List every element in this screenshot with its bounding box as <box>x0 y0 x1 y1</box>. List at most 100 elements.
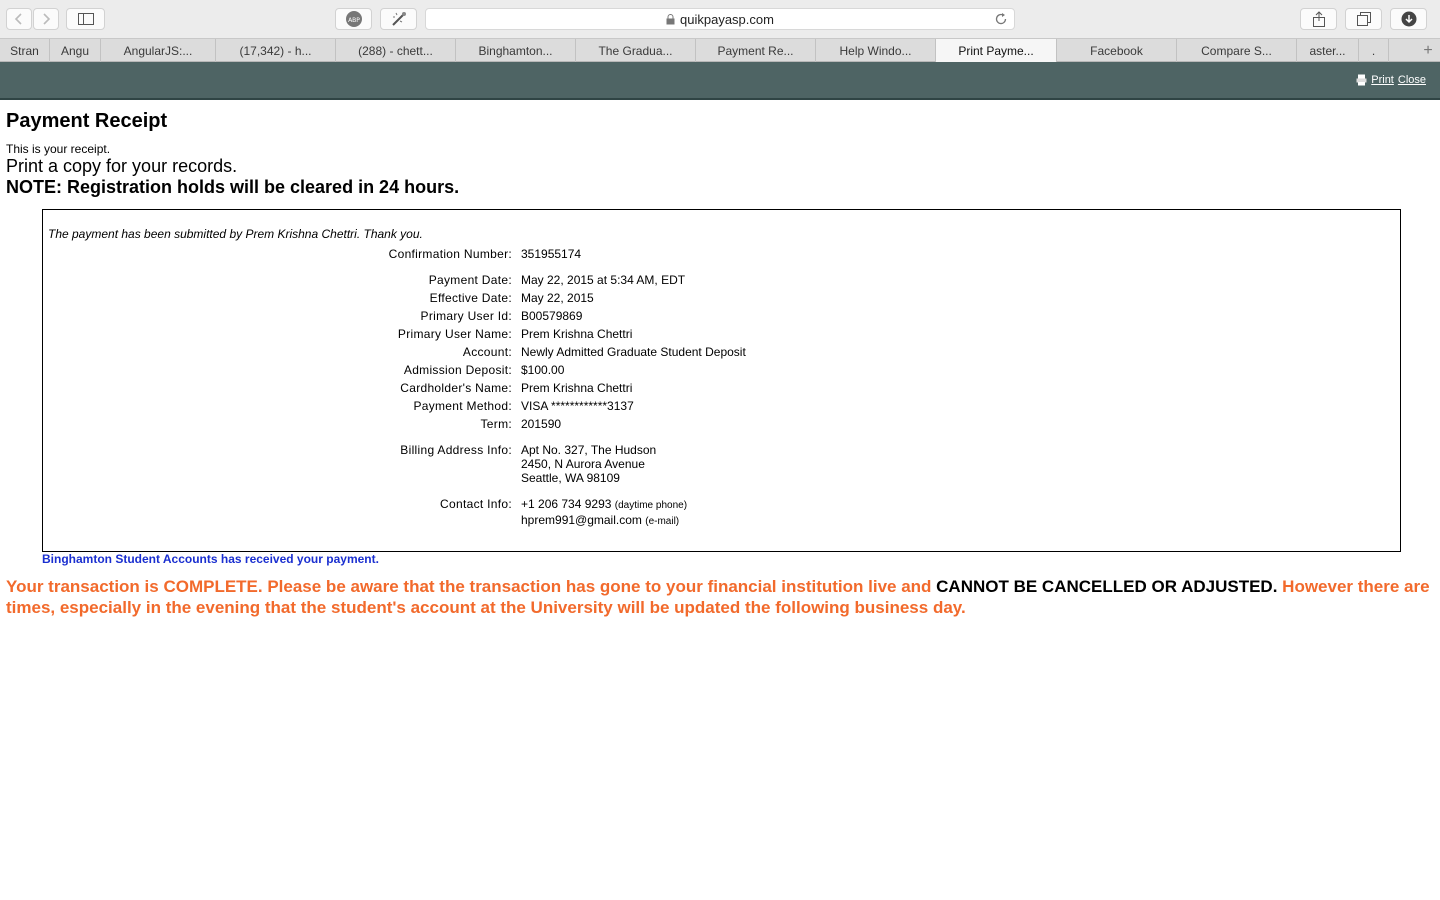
contact-phone: +1 206 734 9293 <box>521 497 612 511</box>
user-id-value: B00579869 <box>521 309 583 323</box>
new-tab-button[interactable]: + <box>1416 39 1440 62</box>
account-label: Account: <box>462 345 512 359</box>
wand-icon <box>391 12 406 26</box>
forward-button[interactable] <box>33 8 59 30</box>
share-button[interactable] <box>1300 8 1337 30</box>
receipt-intro: This is your receipt. <box>6 142 111 156</box>
print-header-bar: Print Close <box>0 62 1440 100</box>
confirmation-value: 351955174 <box>521 247 582 261</box>
tab[interactable]: (288) - chett... <box>336 39 456 62</box>
billing-label: Billing Address Info: <box>400 443 512 457</box>
receipt-header: Payment Receipt This is your receipt. Pr… <box>6 108 1434 198</box>
adblock-icon: ABP <box>345 11 362 27</box>
tab[interactable]: Payment Re... <box>696 39 816 62</box>
tab-active[interactable]: Print Payme... <box>936 39 1057 62</box>
tab-label: The Gradua... <box>598 43 673 58</box>
tab[interactable]: AngularJS:... <box>101 39 216 62</box>
print-links: Print Close <box>1356 74 1426 86</box>
tab-bar: Stran Angu AngularJS:... (17,342) - h...… <box>0 38 1440 62</box>
tab[interactable]: The Gradua... <box>576 39 696 62</box>
tab-label: Stran <box>10 43 39 58</box>
tabs-overview-button[interactable] <box>1345 8 1382 30</box>
reload-icon[interactable] <box>994 12 1008 26</box>
url-text: quikpayasp.com <box>680 11 774 27</box>
address-bar[interactable]: quikpayasp.com <box>425 8 1015 30</box>
tab[interactable]: (17,342) - h... <box>216 39 336 62</box>
print-link[interactable]: Print <box>1371 74 1394 86</box>
tab-label: (288) - chett... <box>358 43 433 58</box>
close-link[interactable]: Close <box>1398 74 1426 86</box>
tab-label: Help Windo... <box>839 43 912 58</box>
tab-label: aster... <box>1309 43 1346 58</box>
deposit-value: $100.00 <box>521 363 565 377</box>
tab-label: AngularJS:... <box>123 43 193 58</box>
contact-phone-note: (daytime phone) <box>614 500 688 511</box>
deposit-label: Admission Deposit: <box>403 363 512 377</box>
tab[interactable]: aster... <box>1297 39 1359 62</box>
sidebar-icon <box>77 13 94 25</box>
tabs-icon <box>1356 12 1371 26</box>
tab[interactable]: Angu <box>50 39 101 62</box>
payment-method-value: VISA ************3137 <box>521 399 634 413</box>
effective-date-label: Effective Date: <box>429 291 512 305</box>
tab-label: Facebook <box>1090 43 1143 58</box>
submitted-message: The payment has been submitted by Prem K… <box>48 227 423 241</box>
tab[interactable]: Compare S... <box>1177 39 1297 62</box>
browser-toolbar: ABP quikpayasp.com <box>0 0 1440 38</box>
payment-date-label: Payment Date: <box>428 273 512 287</box>
tab[interactable]: . <box>1359 39 1389 62</box>
cardholder-label: Cardholder's Name: <box>400 381 512 395</box>
back-button[interactable] <box>6 8 32 30</box>
tab[interactable]: Facebook <box>1057 39 1177 62</box>
svg-text:ABP: ABP <box>348 17 360 24</box>
tab-label: (17,342) - h... <box>239 43 312 58</box>
confirmation-label: Confirmation Number: <box>388 247 512 261</box>
share-icon <box>1312 11 1325 27</box>
term-value: 201590 <box>521 417 562 431</box>
contact-label: Contact Info: <box>440 497 512 511</box>
page-title: Payment Receipt <box>6 110 168 132</box>
adblock-button[interactable]: ABP <box>335 8 372 30</box>
tab-label: Binghamton... <box>478 43 553 58</box>
term-label: Term: <box>480 417 512 431</box>
contact-email-note: (e-mail) <box>645 516 680 527</box>
tab-label: Angu <box>60 43 90 58</box>
chevron-right-icon <box>43 13 51 25</box>
payment-date-value: May 22, 2015 at 5:34 AM, EDT <box>521 273 686 287</box>
transaction-warning: Your transaction is COMPLETE. Please be … <box>6 576 1438 618</box>
plus-icon: + <box>1423 41 1433 59</box>
user-id-label: Primary User Id: <box>420 309 512 323</box>
printer-icon[interactable] <box>1356 74 1367 86</box>
receipt-box: The payment has been submitted by Prem K… <box>42 209 1401 552</box>
payment-method-label: Payment Method: <box>413 399 512 413</box>
user-name-value: Prem Krishna Chettri <box>521 327 633 341</box>
chevron-left-icon <box>14 13 22 25</box>
billing-line-2: 2450, N Aurora Avenue <box>521 457 645 471</box>
tab[interactable]: Binghamton... <box>456 39 576 62</box>
tab-label: Compare S... <box>1201 43 1272 58</box>
billing-line-1: Apt No. 327, The Hudson <box>521 443 657 457</box>
downloads-button[interactable] <box>1390 8 1427 30</box>
cardholder-value: Prem Krishna Chettri <box>521 381 633 395</box>
received-message: Binghamton Student Accounts has received… <box>42 552 379 566</box>
tab-label: Payment Re... <box>717 43 794 58</box>
download-icon <box>1401 11 1416 27</box>
sidebar-button[interactable] <box>66 8 105 30</box>
extension-button[interactable] <box>380 8 417 30</box>
billing-value: Apt No. 327, The Hudson 2450, N Aurora A… <box>521 443 656 485</box>
registration-note: NOTE: Registration holds will be cleared… <box>6 177 460 197</box>
effective-date-value: May 22, 2015 <box>521 291 594 305</box>
account-value: Newly Admitted Graduate Student Deposit <box>521 345 746 359</box>
contact-value: +1 206 734 9293 (daytime phone) hprem991… <box>521 497 687 529</box>
user-name-label: Primary User Name: <box>397 327 512 341</box>
tab-label: Print Payme... <box>958 43 1034 58</box>
lock-icon <box>666 13 675 24</box>
tab[interactable]: Help Windo... <box>816 39 936 62</box>
contact-email: hprem991@gmail.com <box>521 513 642 527</box>
print-copy-text: Print a copy for your records. <box>6 156 238 176</box>
warning-part-2: CANNOT BE CANCELLED OR ADJUSTED. <box>936 577 1278 596</box>
billing-line-3: Seattle, WA 98109 <box>521 471 620 485</box>
warning-part-1: Your transaction is COMPLETE. Please be … <box>6 577 932 596</box>
tab[interactable]: Stran <box>0 39 50 62</box>
tab-label: . <box>1371 43 1376 58</box>
